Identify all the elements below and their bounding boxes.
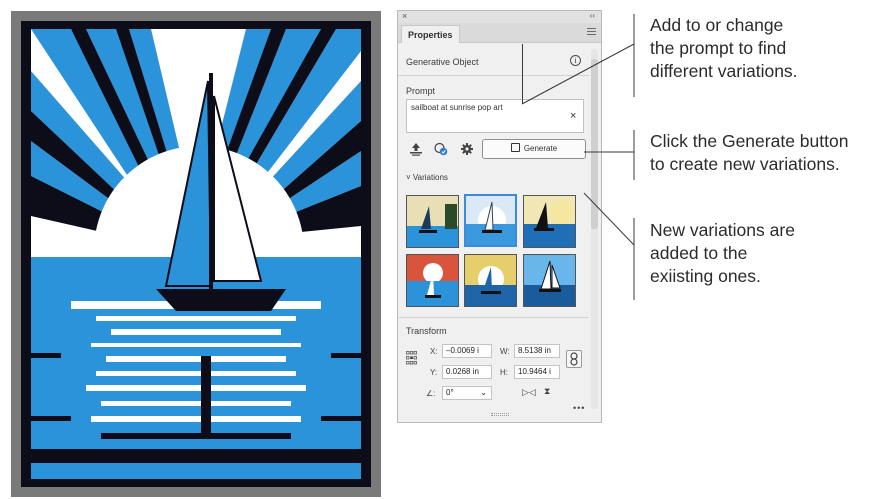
callout-prompt: Add to or change the prompt to find diff… xyxy=(650,15,798,81)
callout-generate: Click the Generate button to create new … xyxy=(650,131,849,174)
callout-variations: New variations are added to the exiistin… xyxy=(650,220,795,286)
